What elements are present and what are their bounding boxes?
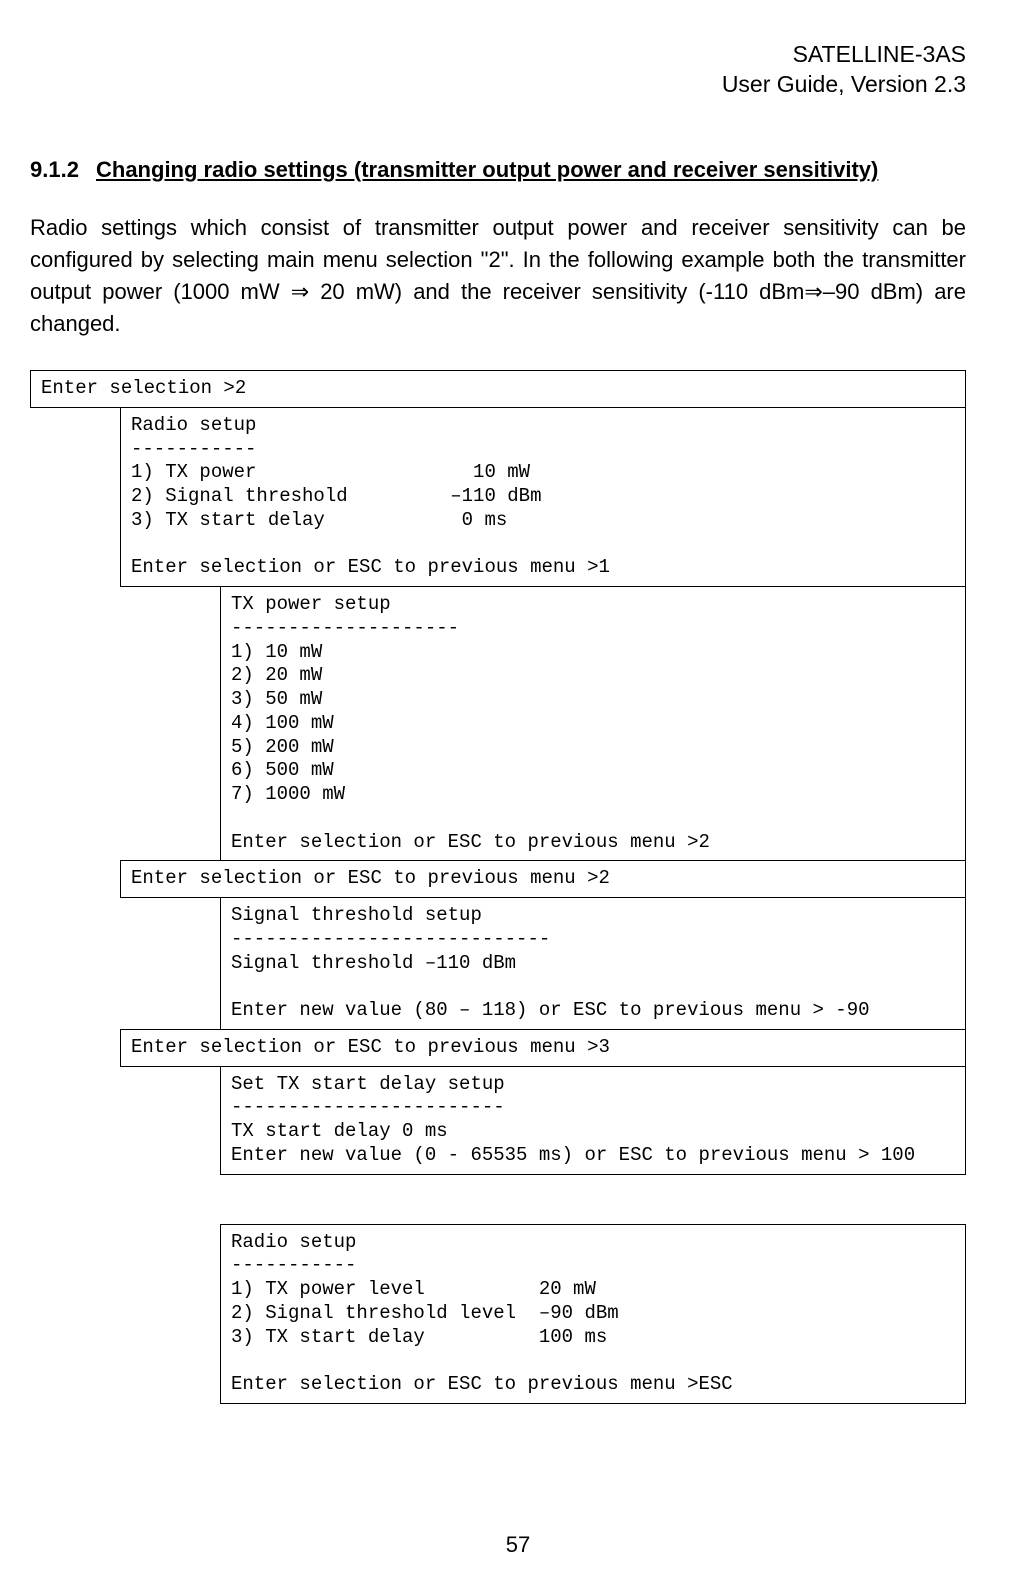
section-number: 9.1.2 [30,155,96,185]
terminal-box-enter-selection-esc-2: Enter selection or ESC to previous menu … [120,860,966,898]
body-paragraph: Radio settings which consist of transmit… [30,212,966,340]
section-title: Changing radio settings (transmitter out… [96,155,962,185]
terminal-box-radio-setup-final: Radio setup ----------- 1) TX power leve… [220,1224,966,1404]
header-product: SATELLINE-3AS [30,40,966,70]
page-number: 57 [0,1532,1036,1558]
terminal-box-enter-selection-2: Enter selection >2 [30,370,966,408]
page-header: SATELLINE-3AS User Guide, Version 2.3 [30,40,966,100]
terminal-box-tx-power-setup: TX power setup -------------------- 1) 1… [220,586,966,861]
header-guide: User Guide, Version 2.3 [30,70,966,100]
spacer [30,1175,966,1225]
section-heading: 9.1.2Changing radio settings (transmitte… [30,155,966,185]
terminal-box-signal-threshold-setup: Signal threshold setup -----------------… [220,897,966,1030]
terminal-box-enter-selection-esc-3: Enter selection or ESC to previous menu … [120,1029,966,1067]
terminal-box-tx-start-delay-setup: Set TX start delay setup ---------------… [220,1066,966,1175]
page-container: SATELLINE-3AS User Guide, Version 2.3 9.… [0,0,1036,1593]
terminal-box-radio-setup-initial: Radio setup ----------- 1) TX power 10 m… [120,407,966,587]
